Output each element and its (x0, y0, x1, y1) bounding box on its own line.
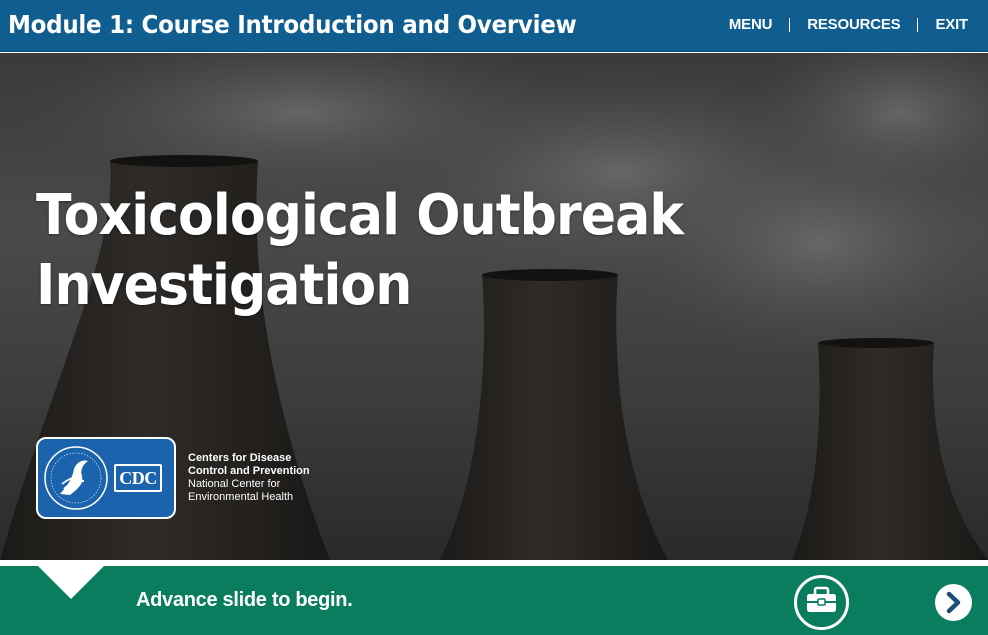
center-name-line: Environmental Health (188, 491, 294, 503)
resources-link[interactable]: RESOURCES (807, 16, 900, 33)
next-slide-button[interactable] (935, 584, 972, 621)
nav-divider (789, 17, 791, 32)
footer-pointer (38, 566, 104, 599)
cdc-logo-text: Centers for Disease Control and Preventi… (188, 452, 310, 504)
chevron-right-icon (946, 591, 961, 614)
exit-link[interactable]: EXIT (935, 16, 968, 33)
center-name-line: National Center for (188, 478, 281, 490)
course-title-line: Toxicological Outbreak (36, 183, 684, 248)
header-bar: Module 1: Course Introduction and Overvi… (0, 0, 988, 52)
cdc-badge-text: CDC (116, 466, 160, 490)
toolkit-button[interactable] (794, 575, 849, 630)
nav-divider (917, 17, 919, 32)
course-title-line: Investigation (36, 253, 412, 318)
cdc-logo: CDC Centers for Disease Control and Prev… (36, 437, 310, 519)
module-title: Module 1: Course Introduction and Overvi… (8, 10, 577, 39)
menu-link[interactable]: MENU (729, 16, 773, 33)
org-name-line: Control and Prevention (188, 465, 310, 477)
cdc-badge: CDC (114, 464, 162, 492)
advance-instruction: Advance slide to begin. (136, 589, 353, 611)
hero-banner: Toxicological Outbreak Investigation CDC… (0, 53, 988, 560)
org-name-line: Centers for Disease (188, 452, 292, 464)
course-title: Toxicological Outbreak Investigation (36, 181, 687, 321)
toolbox-icon (807, 586, 836, 612)
top-nav: MENU RESOURCES EXIT (729, 16, 968, 33)
footer-bar: Advance slide to begin. (0, 566, 988, 635)
cdc-logo-badge: CDC (36, 437, 176, 519)
